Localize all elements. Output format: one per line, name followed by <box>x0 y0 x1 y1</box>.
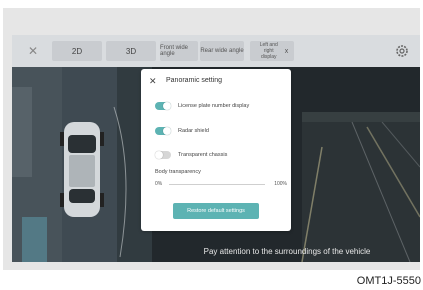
rear-wide-angle-button[interactable]: Rear wide angle <box>200 41 244 61</box>
close-icon[interactable]: ✕ <box>149 76 159 86</box>
radar-shield-label: Radar shield <box>178 128 209 134</box>
license-plate-label: License plate number display <box>178 103 250 109</box>
view-2d-label: 2D <box>71 46 83 56</box>
slider-max-label: 100% <box>274 181 287 187</box>
view-3d-label: 3D <box>125 46 137 56</box>
toggle-knob <box>163 102 171 110</box>
panoramic-setting-panel: ✕ Panoramic setting License plate number… <box>141 69 291 231</box>
left-right-display-button[interactable]: Left and right display x <box>250 41 294 61</box>
license-plate-toggle[interactable] <box>155 102 171 110</box>
license-plate-row: License plate number display <box>155 101 249 111</box>
restore-default-label: Restore default settings <box>187 208 245 214</box>
left-right-close-icon[interactable]: x <box>285 48 289 55</box>
left-right-display-label: Left and right display <box>259 42 278 60</box>
transparent-chassis-row: Transparent chassis <box>155 150 227 160</box>
restore-default-button[interactable]: Restore default settings <box>173 203 259 219</box>
view-3d-button[interactable]: 3D <box>106 41 156 61</box>
slider-min-label: 0% <box>155 181 163 187</box>
transparent-chassis-label: Transparent chassis <box>178 152 228 158</box>
panel-title: Panoramic setting <box>166 77 223 84</box>
radar-shield-row: Radar shield <box>155 126 209 136</box>
slider-track[interactable] <box>169 184 265 185</box>
toggle-knob <box>163 127 171 135</box>
gear-icon[interactable] <box>394 43 410 59</box>
front-wide-angle-label: Front wide angle <box>160 45 189 57</box>
safety-caption: Pay attention to the surroundings of the… <box>203 247 371 256</box>
top-toolbar: ✕ 2D 3D Front wide angle Rear wide angle… <box>12 35 420 67</box>
radar-shield-toggle[interactable] <box>155 127 171 135</box>
front-wide-angle-button[interactable]: Front wide angle <box>160 41 198 61</box>
close-icon[interactable]: ✕ <box>26 44 40 58</box>
rear-wide-angle-label: Rear wide angle <box>200 48 244 54</box>
top-down-car-view <box>12 67 152 262</box>
transparent-chassis-toggle[interactable] <box>155 151 171 159</box>
body-transparency-slider[interactable]: 0% 100% <box>155 180 287 188</box>
toggle-knob <box>155 151 163 159</box>
car-icon <box>60 122 104 217</box>
surround-view-camera <box>12 67 152 262</box>
figure-code: OMT1J-5550 <box>356 275 421 287</box>
view-2d-button[interactable]: 2D <box>52 41 102 61</box>
body-transparency-label: Body transparency <box>155 169 201 175</box>
